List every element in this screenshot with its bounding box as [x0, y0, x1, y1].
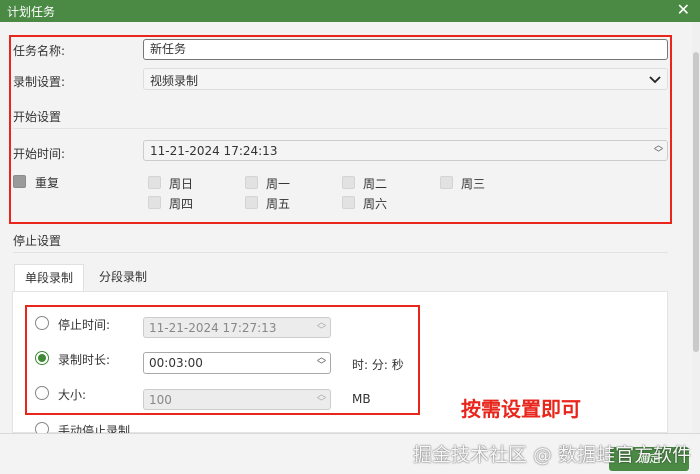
- stop-section-title: 停止设置: [13, 234, 62, 248]
- tab-single-record-label: 单段录制: [24, 271, 73, 285]
- highlight-box-start: [9, 35, 672, 224]
- highlight-box-stop: [25, 305, 420, 415]
- annotation-text: 按需设置即可: [461, 397, 581, 421]
- window-title: 计划任务: [7, 5, 56, 19]
- stop-section-divider: [13, 252, 668, 253]
- tab-segment-record[interactable]: 分段录制: [88, 264, 158, 292]
- watermark-text: 掘金技术社区 @ 数据蛙官方软件: [413, 444, 692, 466]
- tab-segment-record-label: 分段录制: [98, 270, 147, 284]
- scrollbar-thumb[interactable]: [693, 52, 699, 352]
- title-bar: 计划任务 ✕: [0, 0, 700, 22]
- close-icon[interactable]: ✕: [677, 1, 690, 19]
- tab-single-record[interactable]: 单段录制: [14, 264, 84, 292]
- scrollbar[interactable]: [692, 22, 700, 434]
